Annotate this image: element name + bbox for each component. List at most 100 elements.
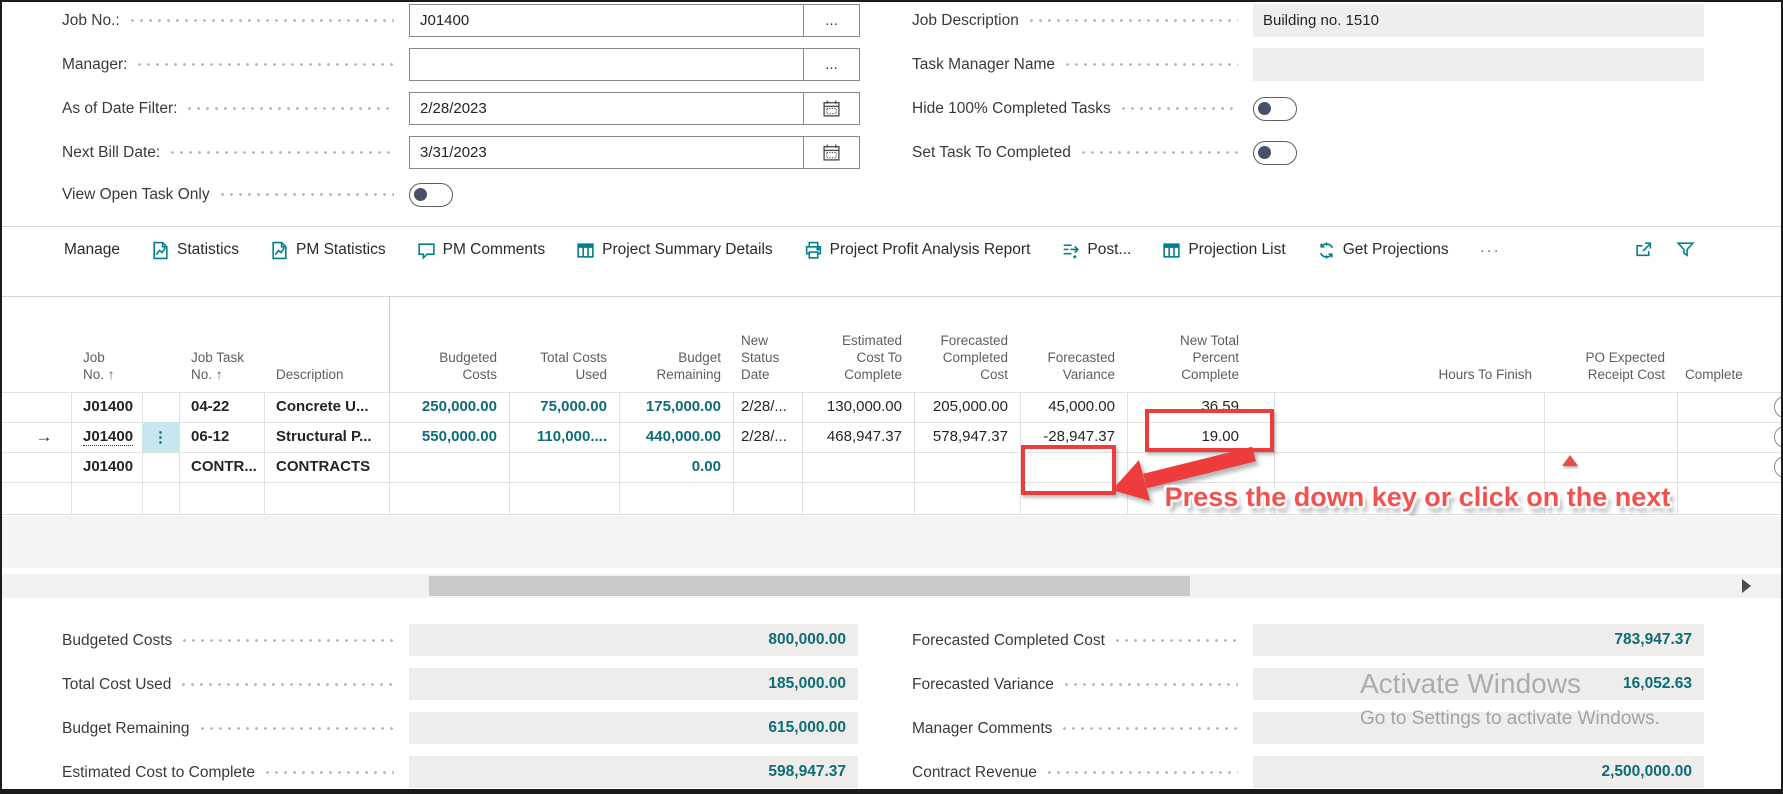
cell-complete-toggle[interactable] [1774, 456, 1783, 478]
hide-completed-label: Hide 100% Completed Tasks [912, 100, 1117, 118]
manager-lookup-button[interactable]: ... [803, 49, 859, 80]
cell-job-no[interactable]: J01400 [71, 422, 142, 452]
toggle-knob [1258, 146, 1271, 159]
cell-job-task-no[interactable]: CONTR... [179, 452, 264, 482]
column-header-budget-remaining[interactable]: Budget Remaining [619, 296, 721, 392]
context-menu-icon[interactable]: ⋮ [142, 422, 179, 452]
dotted-leader [1027, 16, 1238, 26]
column-header-complete[interactable]: Complete [1685, 296, 1783, 392]
post-button[interactable]: Post... [1061, 241, 1131, 260]
cell-budget-remaining[interactable]: 175,000.00 [619, 392, 733, 422]
dotted-leader [263, 768, 394, 778]
calendar-icon[interactable] [803, 137, 859, 168]
cell-forecasted-completed-cost[interactable]: 578,947.37 [914, 422, 1020, 452]
job-no-input[interactable]: J01400 ... [409, 4, 860, 37]
field-row-set-completed: Set Task To Completed [912, 136, 1246, 169]
cell-budget-remaining[interactable]: 440,000.00 [619, 422, 733, 452]
horizontal-scrollbar-thumb[interactable] [429, 576, 1190, 596]
total-budgeted-costs-label: Budgeted Costs [62, 632, 178, 650]
get-projections-button[interactable]: Get Projections [1317, 241, 1449, 260]
view-open-task-toggle[interactable] [409, 183, 453, 207]
column-header-hours-to-finish[interactable]: Hours To Finish [1274, 296, 1532, 392]
next-bill-date-value[interactable]: 3/31/2023 [410, 144, 803, 161]
column-header-job-no[interactable]: Job No. ↑ [71, 296, 142, 392]
total-estimated-cost-value: 598,947.37 [409, 756, 858, 788]
job-no-label: Job No.: [62, 12, 126, 30]
cell-budget-remaining[interactable]: 0.00 [619, 452, 733, 482]
cell-description[interactable]: CONTRACTS [264, 452, 389, 482]
cell-budgeted-costs[interactable]: 250,000.00 [389, 392, 509, 422]
column-header-estimated-cost[interactable]: Estimated Cost To Complete [802, 296, 902, 392]
field-row-task-manager: Task Manager Name [912, 48, 1246, 81]
column-header-new-total-percent[interactable]: New Total Percent Complete [1127, 296, 1239, 392]
dotted-leader [179, 680, 394, 690]
cell-new-status-date[interactable]: 2/28/... [733, 392, 802, 422]
next-bill-date-input[interactable]: 3/31/2023 [409, 136, 860, 169]
set-completed-toggle[interactable] [1253, 141, 1297, 165]
task-manager-label: Task Manager Name [912, 56, 1061, 74]
total-budget-remaining-label: Budget Remaining [62, 720, 196, 738]
projection-list-button[interactable]: Projection List [1162, 241, 1285, 260]
filter-button[interactable] [1676, 234, 1695, 264]
row-context-menu-cell[interactable]: ⋮ [142, 422, 179, 452]
cell-description[interactable]: Concrete U... [264, 392, 389, 422]
get-projections-label: Get Projections [1343, 241, 1449, 259]
column-header-description[interactable]: Description [264, 296, 389, 392]
cell-description[interactable]: Structural P... [264, 422, 389, 452]
hide-completed-toggle[interactable] [1253, 97, 1297, 121]
scrollbar-right-arrow[interactable] [1742, 579, 1751, 593]
dotted-leader [198, 724, 394, 734]
manager-comments-label: Manager Comments [912, 720, 1058, 738]
column-header-forecasted-completed-cost[interactable]: Forecasted Completed Cost [914, 296, 1008, 392]
job-description-label: Job Description [912, 12, 1025, 30]
cell-total-costs-used[interactable]: 75,000.00 [509, 392, 619, 422]
column-header-budgeted-costs[interactable]: Budgeted Costs [389, 296, 497, 392]
statistics-button[interactable]: Statistics [151, 241, 239, 260]
total-row-manager-comments: Manager Comments [912, 712, 1246, 745]
calendar-icon[interactable] [803, 93, 859, 124]
job-no-value[interactable]: J01400 [410, 12, 803, 29]
column-header-total-costs-used[interactable]: Total Costs Used [509, 296, 607, 392]
cell-job-no[interactable]: J01400 [71, 452, 142, 482]
profit-analysis-report-button[interactable]: Project Profit Analysis Report [804, 241, 1031, 260]
job-no-lookup-button[interactable]: ... [803, 5, 859, 36]
cell-forecasted-variance[interactable]: 45,000.00 [1020, 392, 1127, 422]
dotted-leader [1060, 724, 1238, 734]
cell-complete-toggle[interactable] [1774, 396, 1783, 418]
pm-statistics-button[interactable]: PM Statistics [270, 241, 386, 260]
project-summary-details-button[interactable]: Project Summary Details [576, 241, 773, 260]
dotted-leader [1045, 768, 1238, 778]
cell-job-no[interactable]: J01400 [71, 392, 142, 422]
toggle-knob [414, 188, 427, 201]
projection-list-label: Projection List [1188, 241, 1285, 259]
total-forecasted-completed-label: Forecasted Completed Cost [912, 632, 1111, 650]
total-budget-remaining-value: 615,000.00 [409, 712, 858, 744]
manage-menu[interactable]: Manage [64, 241, 120, 259]
total-estimated-cost-label: Estimated Cost to Complete [62, 764, 261, 782]
dotted-leader [168, 148, 394, 158]
total-forecasted-completed-value: 783,947.37 [1253, 624, 1704, 656]
cell-budgeted-costs[interactable]: 550,000.00 [389, 422, 509, 452]
manager-input[interactable]: ... [409, 48, 860, 81]
cell-new-status-date[interactable]: 2/28/... [733, 422, 802, 452]
cell-complete-toggle[interactable] [1774, 426, 1783, 448]
share-button[interactable] [1634, 234, 1653, 264]
cell-estimated-cost[interactable]: 468,947.37 [802, 422, 914, 452]
as-of-date-value[interactable]: 2/28/2023 [410, 100, 803, 117]
column-header-new-status-date[interactable]: New Status Date [733, 296, 802, 392]
job-description-field: Building no. 1510 [1253, 4, 1704, 37]
set-completed-label: Set Task To Completed [912, 144, 1077, 162]
pm-comments-button[interactable]: PM Comments [417, 241, 546, 260]
total-cost-used-value: 185,000.00 [409, 668, 858, 700]
as-of-date-input[interactable]: 2/28/2023 [409, 92, 860, 125]
cell-total-costs-used[interactable]: 110,000.... [509, 422, 619, 452]
share-icon [1634, 240, 1653, 259]
cell-forecasted-completed-cost[interactable]: 205,000.00 [914, 392, 1020, 422]
cell-job-task-no[interactable]: 06-12 [179, 422, 264, 452]
toolbar-overflow-button[interactable]: ··· [1480, 242, 1501, 259]
column-header-job-task-no[interactable]: Job Task No. ↑ [179, 296, 264, 392]
column-header-po-expected-receipt[interactable]: PO Expected Receipt Cost [1544, 296, 1665, 392]
cell-estimated-cost[interactable]: 130,000.00 [802, 392, 914, 422]
cell-job-task-no[interactable]: 04-22 [179, 392, 264, 422]
column-header-forecasted-variance[interactable]: Forecasted Variance [1020, 296, 1115, 392]
